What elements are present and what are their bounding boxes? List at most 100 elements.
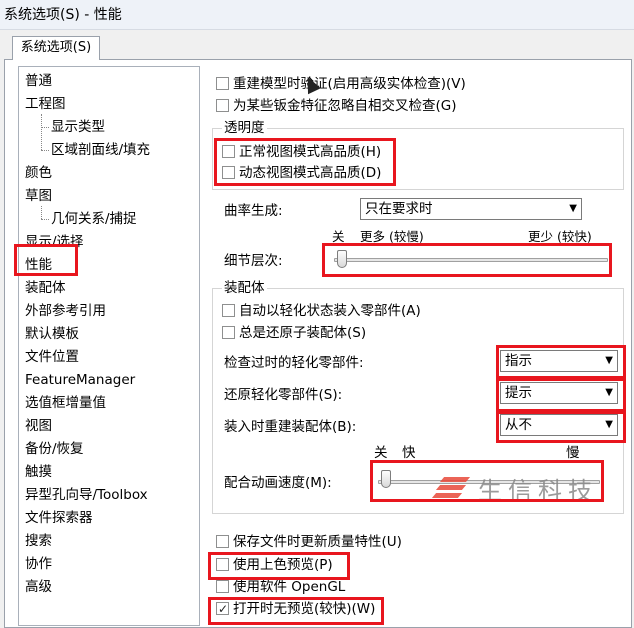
assemblies-title: 装配体 <box>222 279 267 297</box>
rebuild-on-load-dropdown[interactable]: 从不 ▼ <box>500 414 618 436</box>
watermark: 生信科技 <box>431 470 598 506</box>
save-mass-props-checkbox[interactable]: 保存文件时更新质量特性(U) <box>216 532 402 552</box>
mate-animation-label: 配合动画速度(M): <box>224 475 332 491</box>
tree-connector <box>41 127 49 128</box>
tree-item-label: 默认模板 <box>25 326 79 342</box>
tree-item-10[interactable]: 外部参考引用 <box>25 301 106 321</box>
tree-item-label: 草图 <box>25 188 52 204</box>
tree-item-8[interactable]: 性能 <box>25 255 52 275</box>
tree-connector <box>41 150 49 151</box>
mate-off-label: 关 <box>374 445 388 461</box>
resolve-lightweight-label: 还原轻化零部件(S): <box>224 387 343 403</box>
tree-item-label: 触摸 <box>25 464 52 480</box>
curvature-dropdown[interactable]: 只在要求时 ▼ <box>360 198 582 220</box>
checkbox-box[interactable] <box>222 166 235 179</box>
tree-item-label: 区域剖面线/填充 <box>51 142 151 158</box>
tree-item-label: 协作 <box>25 556 52 572</box>
tree-item-11[interactable]: 默认模板 <box>25 324 79 344</box>
mate-slow-label: 慢 <box>566 445 580 461</box>
no-preview-open-checkbox[interactable]: 打开时无预览(较快)(W) <box>216 599 375 619</box>
tree-item-label: 文件位置 <box>25 349 79 365</box>
tree-item-7[interactable]: 显示/选择 <box>25 232 84 252</box>
transparency-title: 透明度 <box>222 119 267 137</box>
tree-item-label: 高级 <box>25 579 52 595</box>
checkbox-box[interactable] <box>216 77 229 90</box>
rebuild-on-load-label: 装入时重建装配体(B): <box>224 419 357 435</box>
software-opengl-checkbox[interactable]: 使用软件 OpenGL <box>216 577 345 597</box>
checkbox-box[interactable] <box>222 304 235 317</box>
checkbox-box[interactable] <box>222 145 235 158</box>
chevron-down-icon: ▼ <box>605 355 613 366</box>
checkbox-box-checked[interactable] <box>216 599 229 619</box>
shaded-preview-checkbox[interactable]: 使用上色预览(P) <box>216 555 333 575</box>
tree-connector <box>41 219 49 220</box>
tree-item-label: 显示类型 <box>51 119 105 135</box>
tree-item-label: 装配体 <box>25 280 66 296</box>
tree-item-label: 外部参考引用 <box>25 303 106 319</box>
tree-item-label: 选值框增量值 <box>25 395 106 411</box>
mate-animation-thumb[interactable] <box>381 470 391 488</box>
check-outofdate-dropdown[interactable]: 指示 ▼ <box>500 350 618 372</box>
normal-hq-checkbox[interactable]: 正常视图模式高品质(H) <box>222 142 381 162</box>
tree-item-label: 性能 <box>25 257 52 273</box>
detail-level-thumb[interactable] <box>337 250 347 268</box>
ignore-self-intersect-checkbox[interactable]: 为某些钣金特征忽略自相交叉检查(G) <box>216 96 457 116</box>
tree-guide-line <box>41 206 42 219</box>
tree-item-9[interactable]: 装配体 <box>25 278 66 298</box>
tree-item-3[interactable]: 区域剖面线/填充 <box>41 140 150 160</box>
tree-item-2[interactable]: 显示类型 <box>41 117 105 137</box>
tree-item-0[interactable]: 普通 <box>25 71 52 91</box>
tree-item-label: 显示/选择 <box>25 234 84 250</box>
tree-item-label: 几何关系/捕捉 <box>51 211 137 227</box>
tab-system-options[interactable]: 系统选项(S) <box>12 36 100 60</box>
tree-item-19[interactable]: 文件探索器 <box>25 508 93 528</box>
tree-item-label: 工程图 <box>25 96 66 112</box>
rebuild-verify-checkbox[interactable]: 重建模型时验证(启用高级实体检查)(V) <box>216 74 466 94</box>
tree-item-22[interactable]: 高级 <box>25 577 52 597</box>
checkbox-box[interactable] <box>216 580 229 593</box>
tree-item-label: FeatureManager <box>25 372 136 388</box>
checkbox-box[interactable] <box>216 558 229 571</box>
watermark-logo-icon <box>431 471 474 505</box>
checkbox-box[interactable] <box>222 326 235 339</box>
tree-item-label: 搜索 <box>25 533 52 549</box>
dynamic-hq-checkbox[interactable]: 动态视图模式高品质(D) <box>222 163 381 183</box>
tree-item-label: 视图 <box>25 418 52 434</box>
tree-item-5[interactable]: 草图 <box>25 186 52 206</box>
tree-item-label: 文件探索器 <box>25 510 93 526</box>
tree-item-toolbox[interactable]: 异型孔向导/Toolbox <box>25 485 148 505</box>
tree-item-21[interactable]: 协作 <box>25 554 52 574</box>
tree-item-6[interactable]: 几何关系/捕捉 <box>41 209 137 229</box>
chevron-down-icon: ▼ <box>605 419 613 430</box>
checkbox-box[interactable] <box>216 99 229 112</box>
detail-level-label: 细节层次: <box>224 253 283 269</box>
tree-item-12[interactable]: 文件位置 <box>25 347 79 367</box>
tree-item-15[interactable]: 视图 <box>25 416 52 436</box>
always-resolve-checkbox[interactable]: 总是还原子装配体(S) <box>222 323 366 343</box>
tree-item-1[interactable]: 工程图 <box>25 94 66 114</box>
resolve-lightweight-dropdown[interactable]: 提示 ▼ <box>500 382 618 404</box>
detail-less-label: 更少 (较快) <box>528 229 592 244</box>
auto-lightweight-checkbox[interactable]: 自动以轻化状态装入零部件(A) <box>222 301 421 321</box>
tree-item-label: 异型孔向导/Toolbox <box>25 487 148 503</box>
curvature-label: 曲率生成: <box>224 203 283 219</box>
tree-item-4[interactable]: 颜色 <box>25 163 52 183</box>
tree-item-featuremanager[interactable]: FeatureManager <box>25 370 135 390</box>
detail-more-label: 更多 (较慢) <box>360 229 424 244</box>
detail-off-label: 关 <box>332 229 345 244</box>
window-title: 系统选项(S) - 性能 <box>4 7 122 23</box>
tree-item-14[interactable]: 选值框增量值 <box>25 393 106 413</box>
check-outofdate-label: 检查过时的轻化零部件: <box>224 355 364 371</box>
chevron-down-icon: ▼ <box>569 203 577 214</box>
checkbox-box[interactable] <box>216 535 229 548</box>
tree-item-17[interactable]: 触摸 <box>25 462 52 482</box>
performance-settings: 重建模型时验证(启用高级实体检查)(V) 为某些钣金特征忽略自相交叉检查(G) … <box>206 66 630 626</box>
tree-item-label: 备份/恢复 <box>25 441 84 457</box>
detail-level-track[interactable] <box>334 258 608 262</box>
tree-item-label: 颜色 <box>25 165 52 181</box>
tree-item-20[interactable]: 搜索 <box>25 531 52 551</box>
mate-fast-label: 快 <box>402 445 416 461</box>
window-titlebar: 系统选项(S) - 性能 <box>0 0 634 30</box>
options-tree[interactable]: 普通工程图显示类型区域剖面线/填充颜色草图几何关系/捕捉显示/选择性能装配体外部… <box>18 66 200 626</box>
tree-item-16[interactable]: 备份/恢复 <box>25 439 84 459</box>
